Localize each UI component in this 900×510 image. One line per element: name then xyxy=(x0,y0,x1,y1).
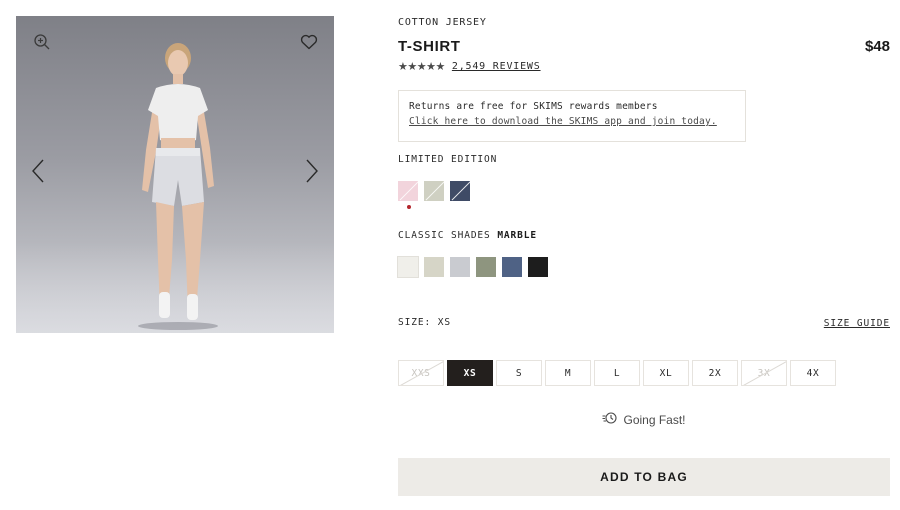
going-fast-notice: Going Fast! xyxy=(398,410,890,429)
classic-shades-title: CLASSIC SHADES xyxy=(398,230,491,241)
color-swatch-navy[interactable] xyxy=(450,181,470,201)
size-option-4x[interactable]: 4X xyxy=(790,360,836,386)
size-option-s[interactable]: S xyxy=(496,360,542,386)
star-icon: ★ xyxy=(416,60,427,73)
size-selector: XXS XS S M L XL 2X 3X 4X xyxy=(398,360,836,386)
add-to-bag-button[interactable]: ADD TO BAG xyxy=(398,458,890,496)
size-option-2x[interactable]: 2X xyxy=(692,360,738,386)
star-icon: ★ xyxy=(435,60,446,73)
chevron-right-icon[interactable] xyxy=(302,156,322,186)
product-collection: COTTON JERSEY xyxy=(398,17,487,28)
size-option-xl[interactable]: XL xyxy=(643,360,689,386)
classic-shades-swatches xyxy=(397,256,548,278)
color-swatch-pink[interactable] xyxy=(398,181,418,209)
size-guide-link[interactable]: SIZE GUIDE xyxy=(824,318,890,329)
product-title: T-SHIRT xyxy=(398,38,461,55)
star-icon: ★ xyxy=(398,60,408,73)
limited-edition-label: LIMITED EDITION xyxy=(398,154,498,165)
rating-row: ★ ★ ★ ★ ★ 2,549 REVIEWS xyxy=(398,60,541,73)
color-swatch-blue[interactable] xyxy=(502,257,522,277)
title-row: T-SHIRT $48 xyxy=(398,38,890,55)
star-icon: ★ xyxy=(426,60,436,73)
product-photo-model xyxy=(138,43,218,330)
color-swatch-stone[interactable] xyxy=(424,257,444,277)
limited-edition-swatches xyxy=(398,181,470,209)
classic-shades-label: CLASSIC SHADES MARBLE xyxy=(398,230,537,241)
selected-shade-name: MARBLE xyxy=(497,230,538,241)
product-image-gallery[interactable] xyxy=(16,16,334,333)
reviews-link[interactable]: 2,549 REVIEWS xyxy=(452,61,541,72)
color-swatch-light-grey[interactable] xyxy=(450,257,470,277)
product-price: $48 xyxy=(864,38,890,55)
star-icon: ★ xyxy=(407,60,417,73)
size-option-m[interactable]: M xyxy=(545,360,591,386)
going-fast-text: Going Fast! xyxy=(623,412,686,427)
color-swatch-marble[interactable] xyxy=(397,256,419,278)
size-option-xxs[interactable]: XXS xyxy=(398,360,444,386)
heart-icon[interactable] xyxy=(298,32,320,52)
download-app-link[interactable]: Click here to download the SKIMS app and… xyxy=(409,116,717,127)
size-option-3x[interactable]: 3X xyxy=(741,360,787,386)
color-swatch-olive[interactable] xyxy=(476,257,496,277)
zoom-in-icon[interactable] xyxy=(32,32,52,52)
lightning-fast-icon xyxy=(602,410,618,429)
size-option-l[interactable]: L xyxy=(594,360,640,386)
star-rating: ★ ★ ★ ★ ★ xyxy=(398,60,445,73)
promo-text: Returns are free for SKIMS rewards membe… xyxy=(409,101,658,112)
size-option-xs[interactable]: XS xyxy=(447,360,493,386)
chevron-left-icon[interactable] xyxy=(28,156,48,186)
color-swatch-sage[interactable] xyxy=(424,181,444,201)
rewards-promo-box: Returns are free for SKIMS rewards membe… xyxy=(398,90,746,142)
selected-size-label: SIZE: XS xyxy=(398,317,451,328)
color-swatch-black[interactable] xyxy=(528,257,548,277)
product-details: COTTON JERSEY T-SHIRT $48 ★ ★ ★ ★ ★ 2,54… xyxy=(397,0,890,510)
selected-indicator-dot xyxy=(407,205,411,209)
